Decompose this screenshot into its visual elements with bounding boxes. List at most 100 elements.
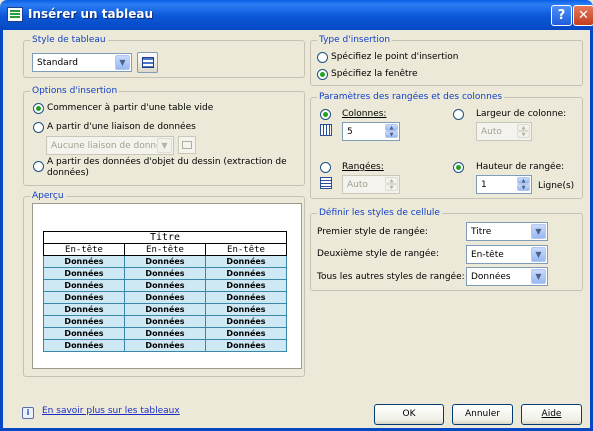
table-style-select[interactable]: Standard ▼ [32, 53, 132, 72]
other-rows-style-label: Tous les autres styles de rangée: [317, 272, 465, 282]
spin-up-icon[interactable]: ▲ [517, 177, 530, 184]
rows-radio[interactable] [320, 162, 331, 173]
window-radio[interactable] [317, 69, 328, 80]
rows-stepper[interactable]: Auto ▲ ▼ [342, 175, 400, 194]
preview-data-cell: Données [124, 339, 206, 352]
table-style-group-title: Style de tableau [30, 35, 108, 45]
help-button[interactable]: Aide [521, 404, 582, 425]
preview-data-row: Données Données Données [43, 327, 287, 340]
spin-up-icon[interactable]: ▲ [517, 124, 530, 131]
empty-table-radio[interactable] [33, 103, 44, 114]
preview-data-cell: Données [124, 267, 206, 280]
spin-up-icon[interactable]: ▲ [385, 177, 398, 184]
preview-data-row: Données Données Données [43, 279, 287, 292]
preview-data-cell: Données [205, 303, 287, 316]
preview-data-row: Données Données Données [43, 303, 287, 316]
preview-header-cell: En-tête [124, 243, 206, 256]
learn-more-link[interactable]: En savoir plus sur les tableaux [42, 406, 180, 416]
preview-data-cell: Données [205, 291, 287, 304]
column-width-label: Largeur de colonne: [476, 109, 567, 119]
spin-down-icon[interactable]: ▼ [517, 184, 530, 191]
cancel-button[interactable]: Annuler [452, 404, 513, 425]
preview-data-cell: Données [43, 339, 125, 352]
close-button[interactable]: ✕ [573, 5, 593, 26]
column-width-value: Auto [481, 127, 502, 137]
preview-data-cell: Données [43, 303, 125, 316]
preview-data-cell: Données [43, 255, 125, 268]
ok-button[interactable]: OK [374, 404, 444, 425]
preview-data-cell: Données [205, 339, 287, 352]
column-width-radio[interactable] [453, 109, 464, 120]
preview-title-cell: Titre [43, 231, 287, 244]
preview-data-cell: Données [124, 315, 206, 328]
preview-group-title: Aperçu [30, 191, 66, 201]
first-row-style-select[interactable]: Titre ▼ [466, 222, 548, 241]
data-link-value: Aucune liaison de donné [51, 141, 159, 151]
preview-data-cell: Données [124, 255, 206, 268]
insertion-point-label: Spécifiez le point d'insertion [331, 52, 459, 62]
insertion-options-group-title: Options d'insertion [30, 86, 120, 96]
table-style-dialog-button[interactable] [137, 52, 158, 73]
data-link-manager-button[interactable] [178, 136, 196, 154]
preview-data-cell: Données [124, 291, 206, 304]
preview-data-cell: Données [43, 315, 125, 328]
preview-data-cell: Données [43, 291, 125, 304]
chevron-down-icon: ▼ [157, 138, 172, 153]
preview-data-cell: Données [205, 327, 287, 340]
preview-data-cell: Données [205, 315, 287, 328]
preview-data-row: Données Données Données [43, 267, 287, 280]
help-title-button[interactable]: ? [551, 5, 572, 26]
columns-icon [320, 124, 332, 136]
spin-down-icon[interactable]: ▼ [385, 131, 398, 138]
preview-data-cell: Données [205, 279, 287, 292]
window-title: Insérer un tableau [28, 7, 154, 21]
spin-up-icon[interactable]: ▲ [385, 124, 398, 131]
columns-stepper[interactable]: 5 ▲ ▼ [342, 122, 400, 141]
insertion-type-group-title: Type d'insertion [317, 35, 393, 45]
chevron-down-icon: ▼ [531, 247, 546, 262]
chevron-down-icon: ▼ [115, 55, 130, 70]
preview-data-row: Données Données Données [43, 255, 287, 268]
spin-down-icon[interactable]: ▼ [517, 131, 530, 138]
lines-unit-label: Ligne(s) [538, 181, 575, 191]
title-bar: Insérer un tableau ? ✕ [0, 0, 593, 30]
preview-data-row: Données Données Données [43, 339, 287, 352]
other-rows-style-select[interactable]: Données ▼ [466, 267, 548, 286]
rows-columns-group-title: Paramètres des rangées et des colonnes [317, 92, 505, 102]
preview-data-rows: Données Données Données Données Données Donné… [43, 255, 287, 352]
columns-label: Colonnes: [342, 109, 387, 119]
first-row-style-label: Premier style de rangée: [317, 227, 428, 237]
cell-styles-group-title: Définir les styles de cellule [317, 208, 442, 218]
preview-data-cell: Données [43, 327, 125, 340]
preview-data-cell: Données [205, 255, 287, 268]
second-row-style-value: En-tête [471, 250, 504, 260]
preview-header-cell: En-tête [43, 243, 125, 256]
window-label: Spécifiez la fenêtre [331, 69, 418, 79]
info-icon: i [22, 407, 34, 419]
data-link-radio[interactable] [33, 122, 44, 133]
insertion-type-group: Type d'insertion [310, 35, 583, 86]
rows-value: Auto [347, 180, 368, 190]
column-width-stepper[interactable]: Auto ▲ ▼ [476, 122, 532, 141]
row-height-value: 1 [481, 180, 487, 190]
preview-data-cell: Données [124, 279, 206, 292]
rows-label: Rangées: [342, 162, 384, 172]
second-row-style-select[interactable]: En-tête ▼ [466, 245, 548, 264]
table-app-icon [7, 7, 23, 22]
insertion-point-radio[interactable] [317, 52, 328, 63]
columns-radio[interactable] [320, 109, 331, 120]
preview-header-cell: En-tête [205, 243, 287, 256]
rows-icon [320, 177, 332, 189]
preview-data-cell: Données [205, 267, 287, 280]
preview-data-cell: Données [43, 279, 125, 292]
preview-data-row: Données Données Données [43, 291, 287, 304]
row-height-stepper[interactable]: 1 ▲ ▼ [476, 175, 532, 194]
extraction-label-line1: A partir des données d'objet du dessin (… [47, 157, 287, 167]
row-height-radio[interactable] [453, 162, 464, 173]
spin-down-icon[interactable]: ▼ [385, 184, 398, 191]
extraction-radio[interactable] [33, 161, 44, 172]
preview-data-cell: Données [124, 327, 206, 340]
extraction-label-line2: données) [47, 168, 89, 178]
data-link-select[interactable]: Aucune liaison de donné ▼ [46, 136, 174, 155]
data-link-icon [182, 141, 192, 149]
